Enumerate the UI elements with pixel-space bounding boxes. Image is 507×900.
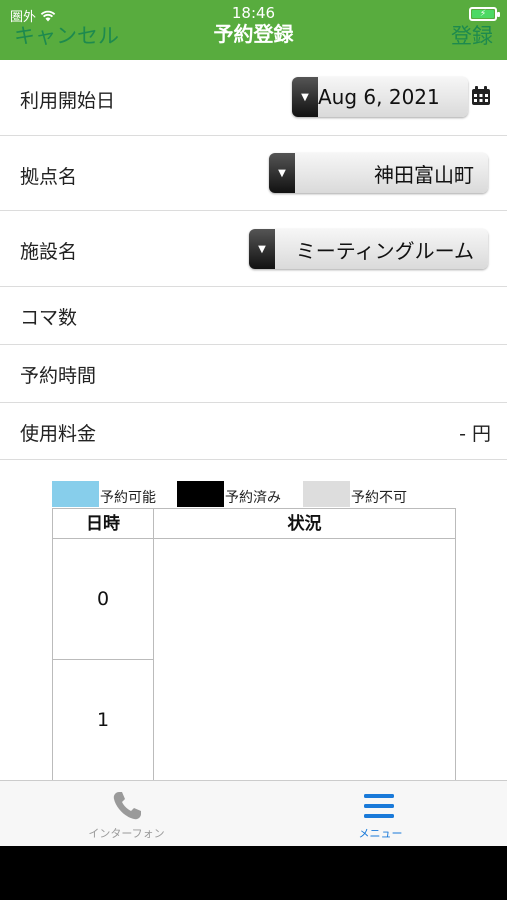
- schedule-table: 日時 状況 0 1: [52, 508, 456, 788]
- schedule-header-date: 日時: [53, 509, 154, 539]
- tab-intercom[interactable]: インターフォン: [0, 781, 253, 847]
- schedule-status-column[interactable]: [154, 539, 455, 788]
- dropdown-arrow-icon: ▼: [249, 229, 275, 269]
- start-date-value: Aug 6, 2021: [318, 85, 440, 109]
- tab-menu[interactable]: メニュー: [254, 781, 507, 847]
- dropdown-arrow-icon: ▼: [292, 77, 318, 117]
- legend-label-available: 予約可能: [100, 490, 156, 506]
- start-date-picker[interactable]: ▼ Aug 6, 2021: [292, 77, 468, 117]
- slots-label: コマ数: [20, 307, 78, 329]
- schedule-hour-cell: 1: [53, 660, 154, 781]
- location-value: 神田富山町: [374, 162, 474, 187]
- tab-menu-label: メニュー: [358, 827, 403, 840]
- price-value: - 円: [459, 423, 491, 445]
- schedule-header-status: 状況: [154, 509, 455, 539]
- start-date-label: 利用開始日: [20, 90, 116, 112]
- legend-swatch-booked: [177, 481, 224, 507]
- facility-label: 施設名: [20, 241, 78, 263]
- register-button[interactable]: 登録: [451, 20, 493, 50]
- tab-intercom-label: インターフォン: [88, 827, 165, 840]
- calendar-icon[interactable]: [471, 86, 491, 106]
- legend-label-unavailable: 予約不可: [351, 490, 407, 506]
- slots-row: コマ数: [0, 287, 507, 345]
- home-indicator-area: [0, 846, 507, 900]
- tab-bar: インターフォン メニュー: [0, 780, 507, 846]
- price-row: 使用料金 - 円: [0, 403, 507, 460]
- reservation-screen: 圏外 18:46 ⚡ キャンセル 予約登録 登録 利用開始日 ▼ Aug 6, …: [0, 0, 507, 900]
- schedule-hour-cell: 0: [53, 539, 154, 660]
- hamburger-menu-icon: [364, 794, 394, 818]
- legend-swatch-unavailable: [303, 481, 350, 507]
- location-label: 拠点名: [20, 166, 78, 188]
- legend-label-booked: 予約済み: [225, 490, 281, 506]
- dropdown-arrow-icon: ▼: [269, 153, 295, 193]
- location-picker[interactable]: ▼ 神田富山町: [269, 153, 488, 193]
- time-label: 予約時間: [20, 365, 97, 387]
- price-label: 使用料金: [20, 423, 97, 445]
- header-bar: 圏外 18:46 ⚡ キャンセル 予約登録 登録: [0, 0, 507, 60]
- legend-swatch-available: [52, 481, 99, 507]
- facility-value: ミーティングルーム: [295, 238, 474, 263]
- phone-icon: [113, 792, 141, 820]
- page-title: 予約登録: [213, 22, 294, 46]
- facility-picker[interactable]: ▼ ミーティングルーム: [249, 229, 488, 269]
- time-row: 予約時間: [0, 345, 507, 403]
